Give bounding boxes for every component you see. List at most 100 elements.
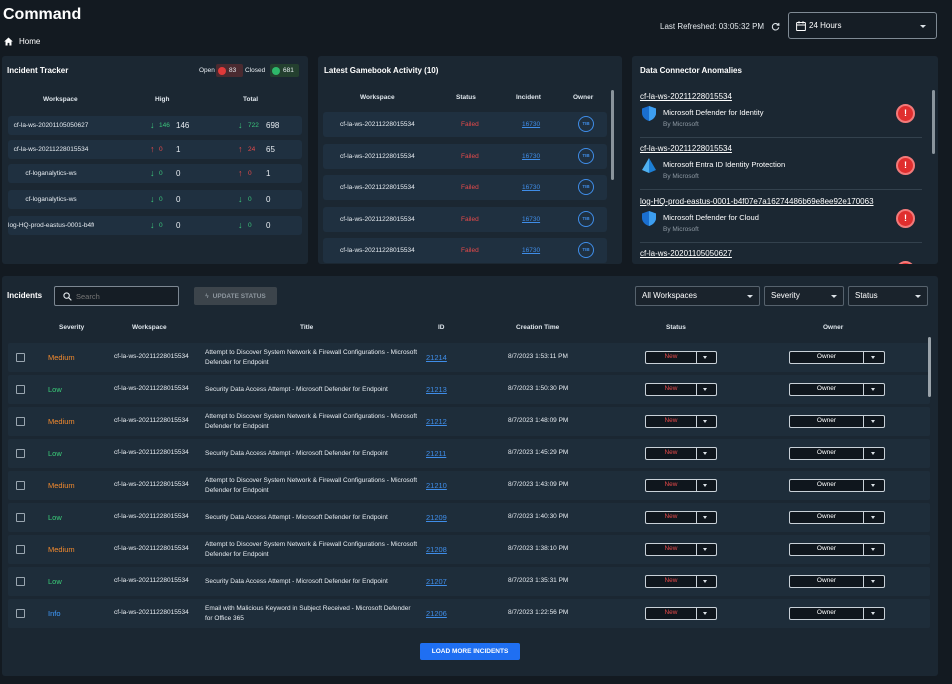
chevron-down-icon[interactable]	[871, 580, 875, 583]
chevron-down-icon[interactable]	[703, 420, 707, 423]
gamebook-row[interactable]: cf-la-ws-20211228015534 Failed 16730 TIB	[323, 143, 607, 169]
tracker-row[interactable]: log-HQ-prod-eastus-0001-b4f07e7a ↓ 0 0 ↓ 0 0	[8, 216, 302, 235]
total-value: 1	[266, 169, 271, 178]
load-more-button[interactable]: LOAD MORE INCIDENTS	[420, 643, 520, 660]
anomaly-workspace-link[interactable]: log-HQ-prod-eastus-0001-b4f07e7a16274486…	[640, 197, 874, 206]
row-checkbox[interactable]	[16, 481, 25, 490]
chevron-down-icon[interactable]	[703, 612, 707, 615]
incident-row[interactable]: Low cf-la-ws-20211228015534 Security Data …	[8, 567, 930, 596]
row-checkbox[interactable]	[16, 385, 25, 394]
anomaly-workspace-link[interactable]: cf-la-ws-20211228015534	[640, 144, 732, 153]
status-split-button[interactable]: New	[645, 447, 717, 460]
row-checkbox[interactable]	[16, 417, 25, 426]
chevron-down-icon[interactable]	[871, 420, 875, 423]
row-checkbox[interactable]	[16, 513, 25, 522]
chevron-down-icon[interactable]	[703, 388, 707, 391]
tracker-row[interactable]: cf-la-ws-20211228015534 ↑ 0 1 ↑ 24 65	[8, 140, 302, 159]
incident-id-link[interactable]: 21214	[426, 353, 447, 362]
owner-split-button[interactable]: Owner	[789, 607, 885, 620]
incident-id-link[interactable]: 21206	[426, 609, 447, 618]
status-split-button[interactable]: New	[645, 351, 717, 364]
gamebook-status: Failed	[461, 184, 479, 191]
status-split-button[interactable]: New	[645, 415, 717, 428]
severity-filter-dropdown[interactable]: Severity	[764, 286, 844, 306]
row-checkbox[interactable]	[16, 353, 25, 362]
owner-split-button[interactable]: Owner	[789, 511, 885, 524]
workspace-filter-dropdown[interactable]: All Workspaces	[635, 286, 760, 306]
breadcrumb-home[interactable]: Home	[19, 37, 40, 46]
time-range-dropdown[interactable]: 24 Hours	[788, 12, 937, 39]
incidents-scrollbar[interactable]	[928, 337, 931, 397]
chevron-down-icon[interactable]	[703, 452, 707, 455]
chevron-down-icon[interactable]	[871, 516, 875, 519]
chevron-down-icon[interactable]	[871, 388, 875, 391]
search-input[interactable]	[76, 290, 171, 302]
gamebook-incident-link[interactable]: 16730	[522, 153, 540, 160]
gamebook-row[interactable]: cf-la-ws-20211228015534 Failed 16730 TIB	[323, 175, 607, 200]
owner-split-button[interactable]: Owner	[789, 575, 885, 588]
gamebook-incident-link[interactable]: 16730	[522, 247, 540, 254]
anomaly-workspace-link[interactable]: cf-la-ws-20211228015534	[640, 92, 732, 101]
incident-row[interactable]: Low cf-la-ws-20211228015534 Security Data …	[8, 439, 930, 468]
incident-id-link[interactable]: 21211	[426, 449, 446, 458]
chevron-down-icon[interactable]	[871, 452, 875, 455]
incident-id-link[interactable]: 21210	[426, 481, 447, 490]
chevron-down-icon[interactable]	[703, 580, 707, 583]
status-filter-dropdown[interactable]: Status	[848, 286, 928, 306]
incident-id-link[interactable]: 21207	[426, 577, 447, 586]
closed-count-badge: 681	[270, 64, 299, 77]
incident-id-link[interactable]: 21213	[426, 385, 447, 394]
incident-row[interactable]: Medium cf-la-ws-20211228015534 Attempt to …	[8, 535, 930, 564]
owner-split-button[interactable]: Owner	[789, 351, 885, 364]
owner-split-button[interactable]: Owner	[789, 447, 885, 460]
chevron-down-icon[interactable]	[871, 484, 875, 487]
row-checkbox[interactable]	[16, 609, 25, 618]
row-checkbox[interactable]	[16, 545, 25, 554]
owner-split-button[interactable]: Owner	[789, 415, 885, 428]
owner-split-button[interactable]: Owner	[789, 383, 885, 396]
chevron-down-icon[interactable]	[703, 516, 707, 519]
gamebook-scrollbar[interactable]	[611, 90, 614, 180]
incident-row[interactable]: Low cf-la-ws-20211228015534 Security Data …	[8, 375, 930, 404]
status-split-button[interactable]: New	[645, 383, 717, 396]
incident-row[interactable]: Low cf-la-ws-20211228015534 Security Data …	[8, 503, 930, 532]
chevron-down-icon[interactable]	[703, 548, 707, 551]
chevron-down-icon[interactable]	[703, 356, 707, 359]
chevron-down-icon[interactable]	[703, 484, 707, 487]
incident-row[interactable]: Info cf-la-ws-20211228015534 Email with Ma…	[8, 599, 930, 628]
update-status-button[interactable]: ϟ UPDATE STATUS	[194, 287, 277, 305]
breadcrumb[interactable]: Home	[4, 35, 40, 47]
status-split-button[interactable]: New	[645, 479, 717, 492]
gamebook-incident-link[interactable]: 16730	[522, 121, 540, 128]
status-split-button[interactable]: New	[645, 575, 717, 588]
status-split-button[interactable]: New	[645, 511, 717, 524]
tracker-row[interactable]: cf-loganalytics-ws ↓ 0 0 ↑ 0 1	[8, 164, 302, 183]
incident-row[interactable]: Medium cf-la-ws-20211228015534 Attempt to …	[8, 407, 930, 436]
gamebook-incident-link[interactable]: 16730	[522, 216, 540, 223]
incident-id-link[interactable]: 21209	[426, 513, 447, 522]
anomalies-scrollbar[interactable]	[932, 90, 935, 154]
chevron-down-icon[interactable]	[871, 356, 875, 359]
tracker-row[interactable]: cf-la-ws-20201105050627 ↓ 146 146 ↓ 722 698	[8, 116, 302, 135]
tracker-row[interactable]: cf-loganalytics-ws ↓ 0 0 ↓ 0 0	[8, 190, 302, 209]
owner-split-button[interactable]: Owner	[789, 479, 885, 492]
search-box[interactable]	[54, 286, 179, 306]
status-split-button[interactable]: New	[645, 607, 717, 620]
total-delta: 0	[248, 170, 252, 177]
incident-id-link[interactable]: 21212	[426, 417, 447, 426]
row-checkbox[interactable]	[16, 449, 25, 458]
row-checkbox[interactable]	[16, 577, 25, 586]
chevron-down-icon[interactable]	[871, 612, 875, 615]
gamebook-row[interactable]: cf-la-ws-20211228015534 Failed 16730 TIB	[323, 112, 607, 137]
incident-row[interactable]: Medium cf-la-ws-20211228015534 Attempt to …	[8, 343, 930, 372]
status-split-button[interactable]: New	[645, 543, 717, 556]
gamebook-row[interactable]: cf-la-ws-20211228015534 Failed 16730 TIB	[323, 206, 607, 232]
anomaly-workspace-link[interactable]: cf-la-ws-20201105050627	[640, 249, 732, 258]
gamebook-row[interactable]: cf-la-ws-20211228015534 Failed 16730 TIB	[323, 238, 607, 263]
refresh-icon[interactable]	[771, 22, 780, 31]
incident-id-link[interactable]: 21208	[426, 545, 447, 554]
owner-split-button[interactable]: Owner	[789, 543, 885, 556]
chevron-down-icon[interactable]	[871, 548, 875, 551]
incident-row[interactable]: Medium cf-la-ws-20211228015534 Attempt to …	[8, 471, 930, 500]
gamebook-incident-link[interactable]: 16730	[522, 184, 540, 191]
